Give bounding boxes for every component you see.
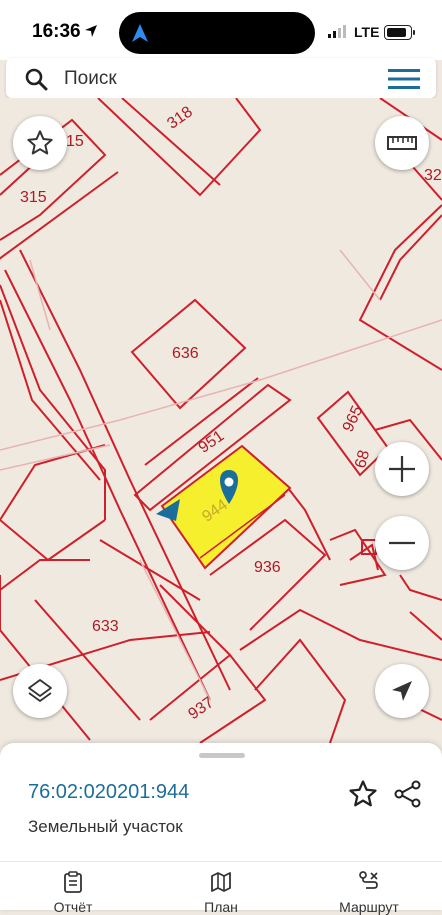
parcel-label-315: 315 — [20, 189, 47, 206]
search-input[interactable]: Поиск — [64, 68, 117, 90]
dynamic-island — [119, 12, 315, 54]
my-location-button[interactable] — [375, 664, 429, 718]
parcel-label-936: 936 — [254, 559, 281, 576]
status-bar: 16:36 LTE — [0, 0, 442, 60]
ruler-button[interactable] — [375, 116, 429, 170]
cadastral-number: 76:02:020201:944 — [28, 781, 190, 803]
tab-report-label: Отчёт — [53, 899, 93, 915]
route-icon — [359, 871, 378, 889]
zoom-out-button[interactable] — [375, 516, 429, 570]
tab-plan[interactable]: План — [166, 871, 276, 915]
parcel-label-32: 32 — [424, 167, 442, 184]
location-arrow-icon — [392, 681, 412, 701]
cadastral-map[interactable]: 315 15 318 32 636 951 965 68 944 936 633… — [0, 98, 442, 743]
star-icon[interactable] — [348, 779, 378, 809]
parcel-label-633: 633 — [92, 618, 119, 635]
clipboard-icon — [64, 871, 82, 893]
battery-icon — [384, 25, 415, 40]
parcel-type: Земельный участок — [28, 817, 183, 836]
star-icon — [27, 130, 53, 155]
map-canvas[interactable]: 315 15 318 32 636 951 965 68 944 936 633… — [0, 98, 442, 743]
location-arrow-icon — [85, 25, 97, 37]
tab-route[interactable]: Маршрут — [314, 871, 424, 915]
menu-icon[interactable] — [388, 68, 420, 90]
status-time: 16:36 — [32, 21, 81, 42]
tab-report[interactable]: Отчёт — [18, 871, 128, 915]
navigation-icon — [132, 24, 148, 42]
divider — [0, 861, 442, 862]
layers-icon — [28, 679, 52, 702]
parcel-label-15: 15 — [66, 133, 84, 150]
sheet-handle[interactable] — [199, 753, 245, 758]
tab-route-label: Маршрут — [339, 899, 399, 915]
parcel-label-636: 636 — [172, 345, 199, 362]
map-icon — [211, 872, 231, 892]
network-type: LTE — [354, 24, 380, 40]
ruler-icon — [387, 136, 417, 150]
search-bar[interactable]: Поиск — [6, 58, 436, 98]
signal-icon — [328, 25, 346, 38]
minus-icon — [389, 541, 415, 545]
parcel-info-sheet[interactable]: 76:02:020201:944 Земельный участок Отчёт… — [0, 743, 442, 915]
search-icon[interactable] — [24, 67, 48, 91]
zoom-in-button[interactable] — [375, 442, 429, 496]
plus-icon — [389, 456, 415, 482]
layers-button[interactable] — [13, 664, 67, 718]
tab-plan-label: План — [204, 899, 238, 915]
favorite-map-button[interactable] — [13, 116, 67, 170]
share-icon[interactable] — [393, 779, 423, 809]
